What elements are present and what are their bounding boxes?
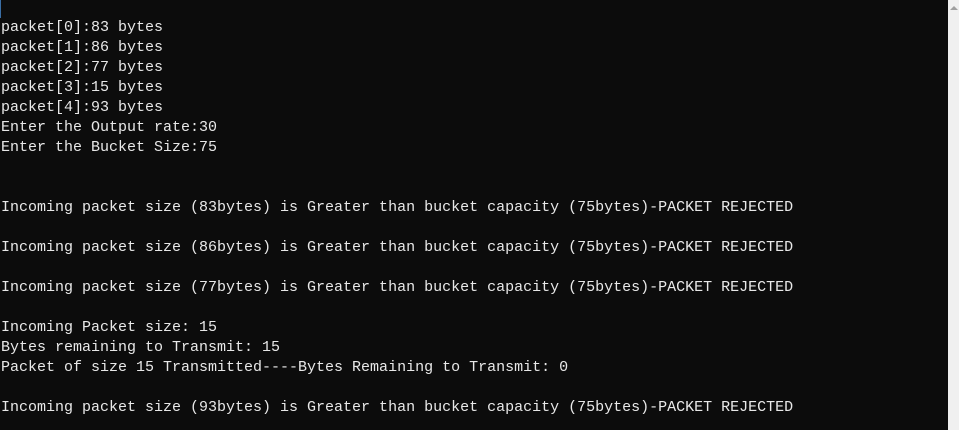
terminal-line: Enter the Output rate:30 xyxy=(1,119,218,136)
scroll-up-arrow-icon[interactable] xyxy=(950,6,958,10)
terminal-line: packet[0]:83 bytes xyxy=(1,19,164,36)
terminal-output[interactable]: packet[0]:83 bytes packet[1]:86 bytes pack… xyxy=(0,18,948,430)
terminal-line: Bytes remaining to Transmit: 15 xyxy=(1,339,281,356)
terminal-line: Incoming packet size (93bytes) is Greate… xyxy=(1,399,794,416)
terminal-line: Incoming packet size (83bytes) is Greate… xyxy=(1,199,794,216)
terminal-line: Incoming packet size (77bytes) is Greate… xyxy=(1,279,794,296)
terminal-line: Enter the Bucket Size:75 xyxy=(1,139,218,156)
terminal-line: packet[4]:93 bytes xyxy=(1,99,164,116)
terminal-line: packet[1]:86 bytes xyxy=(1,39,164,56)
terminal-line: Packet of size 15 Transmitted----Bytes R… xyxy=(1,359,569,376)
terminal-line: packet[3]:15 bytes xyxy=(1,79,164,96)
vertical-scrollbar[interactable] xyxy=(948,0,959,430)
terminal-line: Incoming packet size (86bytes) is Greate… xyxy=(1,239,794,256)
terminal-line: Incoming Packet size: 15 xyxy=(1,319,218,336)
terminal-line: packet[2]:77 bytes xyxy=(1,59,164,76)
window-edge xyxy=(0,0,1,20)
